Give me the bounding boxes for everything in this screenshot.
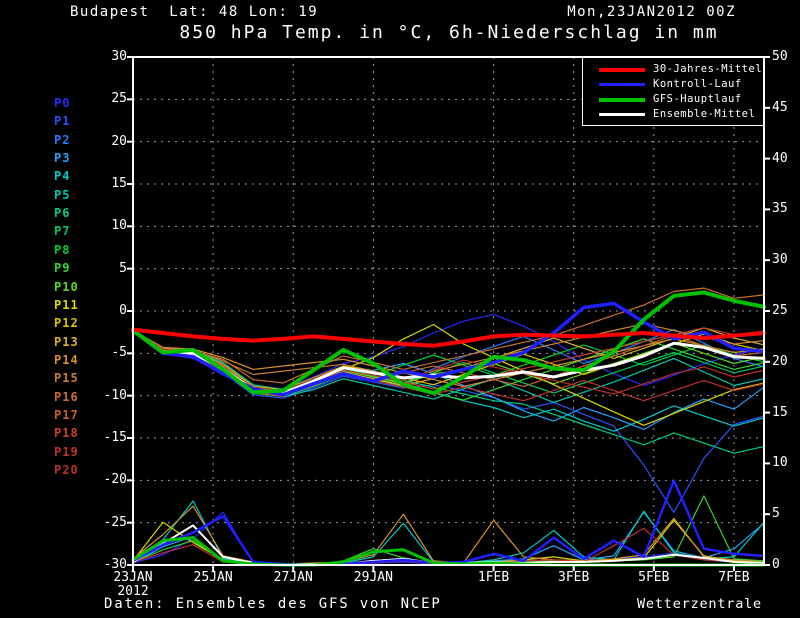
member-label-P0: P0 — [54, 96, 70, 110]
member-label-P1: P1 — [54, 114, 70, 128]
member-label-P2: P2 — [54, 133, 70, 147]
y-axis-left-label: 30 — [93, 49, 127, 64]
y-axis-right-label: 10 — [772, 455, 800, 470]
y-axis-left-label: 0 — [93, 303, 127, 318]
x-axis-label: 27JAN — [261, 570, 325, 585]
member-label-P3: P3 — [54, 151, 70, 165]
data-source-credit: Daten: Ensembles des GFS von NCEP — [104, 596, 442, 612]
brand-label: Wetterzentrale — [637, 596, 762, 612]
x-axis-label: 3FEB — [542, 570, 606, 585]
member-label-P19: P19 — [54, 445, 79, 459]
legend-label: Kontroll-Lauf — [653, 78, 742, 90]
member-label-P9: P9 — [54, 261, 70, 275]
main-temp-Kontroll-Lauf — [133, 303, 764, 394]
member-label-P16: P16 — [54, 390, 79, 404]
legend-label: 30-Jahres-Mittel — [653, 63, 762, 75]
y-axis-left-label: -25 — [93, 515, 127, 530]
member-label-P12: P12 — [54, 316, 79, 330]
legend-row: Ensemble-Mittel — [583, 107, 763, 122]
y-axis-left-label: 5 — [93, 261, 127, 276]
legend-line-swatch — [599, 83, 645, 86]
legend-label: GFS-Hauptlauf — [653, 93, 742, 105]
x-axis-label: 23JAN — [101, 570, 165, 585]
member-label-P4: P4 — [54, 169, 70, 183]
y-axis-left-label: 10 — [93, 218, 127, 233]
x-axis-label: 29JAN — [341, 570, 405, 585]
x-axis-label: 1FEB — [462, 570, 526, 585]
legend-row: 30-Jahres-Mittel — [583, 62, 763, 77]
member-label-P20: P20 — [54, 463, 79, 477]
member-temp-P1 — [133, 331, 764, 513]
legend-row: Kontroll-Lauf — [583, 77, 763, 92]
member-label-P18: P18 — [54, 426, 79, 440]
member-label-P14: P14 — [54, 353, 79, 367]
y-axis-left-label: -5 — [93, 345, 127, 360]
member-label-P13: P13 — [54, 335, 79, 349]
member-label-P11: P11 — [54, 298, 79, 312]
member-label-P17: P17 — [54, 408, 79, 422]
y-axis-right-label: 40 — [772, 151, 800, 166]
x-axis-label: 25JAN — [181, 570, 245, 585]
y-axis-right-label: 0 — [772, 557, 800, 572]
member-label-P15: P15 — [54, 371, 79, 385]
legend-line-swatch — [599, 113, 645, 116]
y-axis-right-label: 35 — [772, 201, 800, 216]
y-axis-right-label: 25 — [772, 303, 800, 318]
member-label-P6: P6 — [54, 206, 70, 220]
y-axis-right-label: 20 — [772, 354, 800, 369]
y-axis-left-label: -15 — [93, 430, 127, 445]
y-axis-right-label: 15 — [772, 405, 800, 420]
x-axis-label: 5FEB — [622, 570, 686, 585]
y-axis-left-label: 15 — [93, 176, 127, 191]
y-axis-right-label: 50 — [772, 49, 800, 64]
x-axis-label: 7FEB — [702, 570, 766, 585]
legend-row: GFS-Hauptlauf — [583, 92, 763, 107]
member-label-P10: P10 — [54, 280, 79, 294]
legend-line-swatch — [599, 68, 645, 72]
y-axis-left-label: -20 — [93, 472, 127, 487]
legend-line-swatch — [599, 98, 645, 102]
member-label-P5: P5 — [54, 188, 70, 202]
member-label-P7: P7 — [54, 224, 70, 238]
y-axis-right-label: 45 — [772, 100, 800, 115]
y-axis-left-label: -10 — [93, 388, 127, 403]
meteogram-page: Budapest Lat: 48 Lon: 19 Mon,23JAN2012 0… — [0, 0, 800, 618]
legend-label: Ensemble-Mittel — [653, 108, 755, 120]
y-axis-right-label: 5 — [772, 506, 800, 521]
member-label-P8: P8 — [54, 243, 70, 257]
y-axis-left-label: 20 — [93, 134, 127, 149]
y-axis-right-label: 30 — [772, 252, 800, 267]
chart-legend: 30-Jahres-Mittel Kontroll-Lauf GFS-Hauptla… — [582, 57, 764, 126]
y-axis-left-label: 25 — [93, 91, 127, 106]
